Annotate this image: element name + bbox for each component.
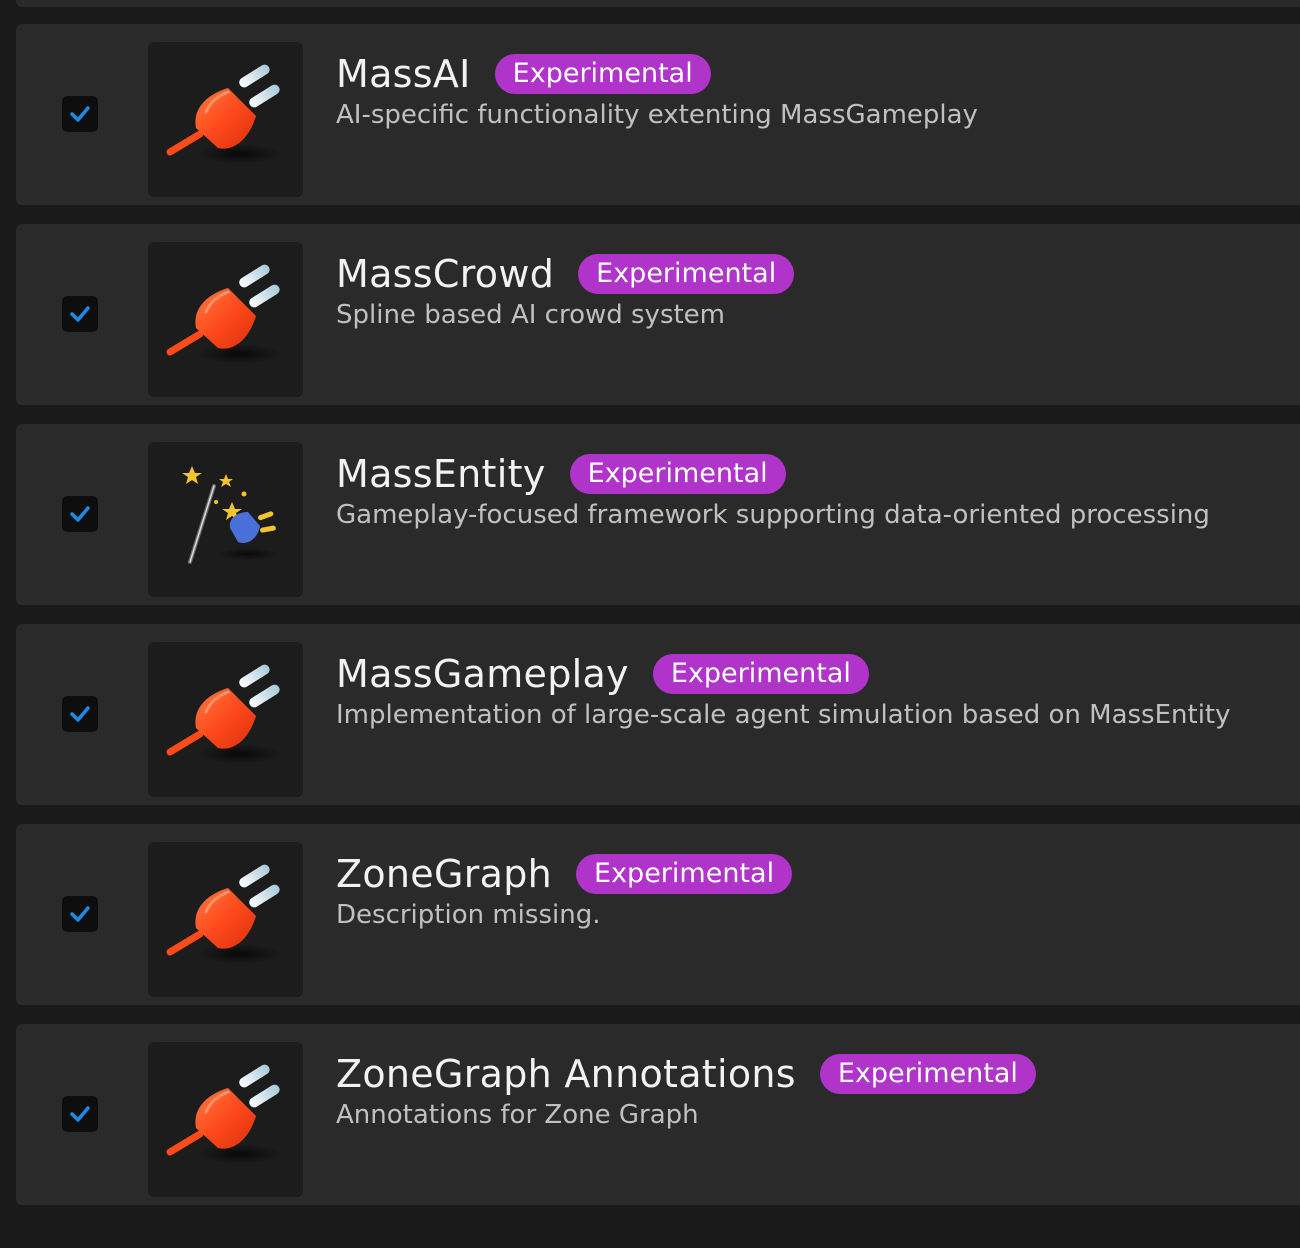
experimental-badge: Experimental <box>578 254 795 294</box>
plugin-title-line: MassAI Experimental <box>336 46 711 102</box>
plug-icon <box>148 1042 303 1197</box>
experimental-badge: Experimental <box>652 654 869 694</box>
checkmark-icon <box>70 106 90 122</box>
enabled-checkbox[interactable] <box>62 296 98 332</box>
experimental-badge: Experimental <box>576 854 793 894</box>
plugin-title-line: ZoneGraph Experimental <box>336 846 793 902</box>
enabled-checkbox[interactable] <box>62 496 98 532</box>
plugin-description: Description missing. <box>336 900 601 930</box>
plugin-row-masscrowd[interactable]: MassCrowd Experimental Spline based AI c… <box>16 224 1300 405</box>
enabled-checkbox[interactable] <box>62 96 98 132</box>
plugin-name: ZoneGraph <box>336 852 553 896</box>
experimental-badge: Experimental <box>819 1054 1036 1094</box>
plugin-row-massentity[interactable]: MassEntity Experimental Gameplay-focused… <box>16 424 1300 605</box>
plugin-description: Annotations for Zone Graph <box>336 1100 699 1130</box>
plugin-row-zonegraph-annotations[interactable]: ZoneGraph Annotations Experimental Annot… <box>16 1024 1300 1205</box>
plugin-title-line: MassGameplay Experimental <box>336 646 869 702</box>
plugin-name: MassCrowd <box>336 252 555 296</box>
plugin-row-zonegraph[interactable]: ZoneGraph Experimental Description missi… <box>16 824 1300 1005</box>
plug-icon <box>148 242 303 397</box>
checkmark-icon <box>70 906 90 922</box>
plugin-thumbnail <box>148 842 303 997</box>
checkmark-icon <box>70 706 90 722</box>
experimental-badge: Experimental <box>569 454 786 494</box>
plugin-row-massai[interactable]: MassAI Experimental AI-specific function… <box>16 24 1300 205</box>
enabled-checkbox[interactable] <box>62 1096 98 1132</box>
plugin-title-line: MassEntity Experimental <box>336 446 786 502</box>
plugin-list: MassAI Experimental AI-specific function… <box>0 0 1300 1248</box>
plugin-description: Gameplay-focused framework supporting da… <box>336 500 1210 530</box>
plug-icon <box>148 842 303 997</box>
plugin-thumbnail <box>148 1042 303 1197</box>
checkmark-icon <box>70 306 90 322</box>
plugin-description: AI-specific functionality extenting Mass… <box>336 100 978 130</box>
experimental-badge: Experimental <box>494 54 711 94</box>
plugin-name: MassGameplay <box>336 652 629 696</box>
plugin-thumbnail <box>148 242 303 397</box>
plugin-description: Spline based AI crowd system <box>336 300 726 330</box>
checkmark-icon <box>70 1106 90 1122</box>
magic-wand-plug-icon <box>148 442 303 597</box>
plugin-name: ZoneGraph Annotations <box>336 1052 796 1096</box>
enabled-checkbox[interactable] <box>62 696 98 732</box>
plugin-title-line: MassCrowd Experimental <box>336 246 795 302</box>
checkmark-icon <box>70 506 90 522</box>
plugin-thumbnail <box>148 42 303 197</box>
plugin-description: Implementation of large-scale agent simu… <box>336 700 1231 730</box>
plugin-title-line: ZoneGraph Annotations Experimental <box>336 1046 1036 1102</box>
plugin-thumbnail <box>148 642 303 797</box>
plugin-name: MassAI <box>336 52 471 96</box>
plug-icon <box>148 42 303 197</box>
plug-icon <box>148 642 303 797</box>
enabled-checkbox[interactable] <box>62 896 98 932</box>
plugin-name: MassEntity <box>336 452 546 496</box>
plugin-row-massgameplay[interactable]: MassGameplay Experimental Implementation… <box>16 624 1300 805</box>
plugin-thumbnail <box>148 442 303 597</box>
